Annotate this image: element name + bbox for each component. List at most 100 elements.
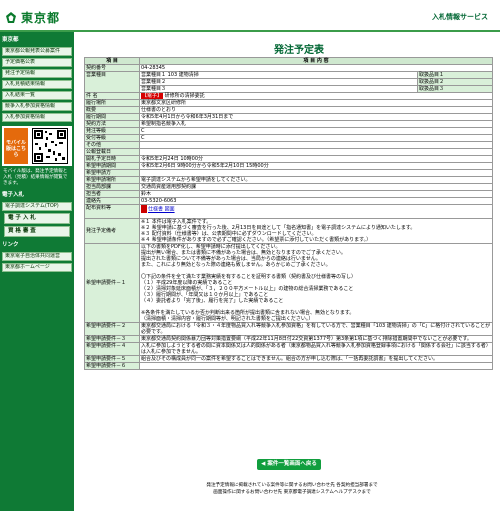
row-value <box>139 169 493 177</box>
header-content: 項 目 内 容 <box>139 57 493 65</box>
table-row: 開札予定日時 令和5年2月24日 10時00分 <box>84 155 493 163</box>
table-row: 希望申請期間 令和5年2月6日 9時00分から令和5年2月10日 15時00分 <box>84 162 493 170</box>
table-row: 希望申請要件－１ 以下の書類をPDF化し、希望申請時に添付提出してください。 提… <box>84 243 493 323</box>
sidebar-link-yotei-kakaku[interactable]: 予定価格公表 <box>2 58 72 67</box>
row-value: 営業種目３ <box>139 85 418 93</box>
table-row: 履行期間 令和5年4月1日から令和6年3月31日まで <box>84 113 493 121</box>
row-value <box>139 148 493 156</box>
main-content: 発注予定表 項 目 項 目 内 容 契約番号 04-28345 営業種目 営業種… <box>84 32 500 511</box>
sidebar-heading-tokyo: 東京都 <box>2 37 19 43</box>
row-value: 03-5320-6063 <box>139 197 493 205</box>
table-row: 希望申請方 <box>84 169 493 177</box>
row-value: C <box>139 127 493 135</box>
row-label: 契約方法 <box>84 120 140 128</box>
row-value <box>139 141 493 149</box>
sidebar-heading-denshi: 電子入札 <box>2 192 25 198</box>
row-value: 仕様書 図面 <box>139 204 493 219</box>
pdf-icon[interactable] <box>141 205 147 213</box>
row-label: 担当局部課 <box>84 183 140 191</box>
row-value: 交通局資産運用部契約課 <box>139 183 493 191</box>
row-value: 鈴木 <box>139 190 493 198</box>
table-row: 契約番号 04-28345 <box>84 64 493 72</box>
row-label: 希望申請期間 <box>84 162 140 170</box>
header: 東京都 入札情報サービス <box>0 0 500 30</box>
footer: 発注予定情報に掲載されている案件等に関するお問い合わせ先 各契約担当部署まで 画… <box>84 483 500 496</box>
back-button-label: 案件一覧画面へ戻る <box>267 461 317 467</box>
table-row: 公報登載日 <box>84 148 493 156</box>
mobile-badge[interactable]: モバイル版はこちら <box>4 128 28 164</box>
row-value: 希望制指名競争入札 <box>139 120 493 128</box>
row-label: 概要 <box>84 106 140 114</box>
back-to-list-button[interactable]: ◀ 案件一覧画面へ戻る <box>257 459 321 470</box>
row-value: 営業種目２ <box>139 78 418 86</box>
cond2-value: 東京都交通局における「令和３・４年度物品買入れ等競争入札参加資格」を有している方… <box>139 322 493 336</box>
row-value: C <box>139 134 493 142</box>
order-schedule-table: 項 目 項 目 内 容 契約番号 04-28345 営業種目 営業種目１ 103… <box>84 57 493 370</box>
table-row: 希望申請要件－３ 東京都交通局契約関係暴力団等対策措置要綱（平成22年11月8日付… <box>84 335 493 343</box>
logo-text: 東京都 <box>21 11 61 25</box>
row-label: 希望申請要件－１ <box>84 243 140 323</box>
sidebar-link-kyoso-shikaku[interactable]: 競争入札参加資格情報 <box>2 102 72 111</box>
sidebar-link-shikaku-shinsa[interactable]: 資 格 審 査 <box>4 226 70 237</box>
row-label: 連絡先 <box>84 197 140 205</box>
sidebar-link-kyodo-unei[interactable]: 東京電子自治体共同運営 <box>2 252 72 261</box>
sidebar-link-nyusatsu-kekka-ichiran[interactable]: 入札結果一覧 <box>2 91 72 100</box>
row-label: 希望申請要件－３ <box>84 335 140 343</box>
notes-value: ※１ 本件は電子入札案件です。 ※２ 希望申請に基づく審査を行った後、2月13日… <box>139 218 493 244</box>
sidebar-link-nyusatsu-kekka-joho[interactable]: 入札見積結果情報 <box>2 80 72 89</box>
table-row: 配布資料等 仕様書 図面 <box>84 204 493 219</box>
sidebar-link-koho[interactable]: 東京都公報発表公募案件 <box>2 47 72 56</box>
row-label: 希望申請方 <box>84 169 140 177</box>
footer-line: 画面操作に関するお問い合わせ先 東京都電子調達システムヘルプデスクまで <box>213 489 371 495</box>
table-row: 履行場所 東京都文京区研修所 <box>84 99 493 107</box>
sidebar-link-denshi-nyusatsu[interactable]: 電 子 入 札 <box>4 213 70 224</box>
row-label: 担当者 <box>84 190 140 198</box>
row-label: 希望申請要件－５ <box>84 355 140 363</box>
row-label: 営業種目 <box>84 71 140 93</box>
row-label: 希望申請要件－４ <box>84 342 140 356</box>
tokyo-emblem-icon <box>4 11 18 25</box>
row-value: 令和5年2月24日 10時00分 <box>139 155 493 163</box>
tokyo-logo[interactable]: 東京都 <box>4 9 60 26</box>
table-row: 受付等級 C <box>84 134 493 142</box>
sidebar-link-sanka-shikaku[interactable]: 入札参加資格情報 <box>2 113 72 122</box>
table-row: その他 <box>84 141 493 149</box>
service-label: 入札情報サービス <box>432 13 488 21</box>
cond4-value: 入札に参加しようとする者の間に資本関係又は人的関係がある者（東京都物品買入れ等競… <box>139 342 493 356</box>
row-extra: 取扱品目１ <box>417 71 493 79</box>
row-label: 発注等級 <box>84 127 140 135</box>
row-label: 配布資料等 <box>84 204 140 219</box>
qr-code-icon <box>32 128 68 164</box>
attachment-link[interactable]: 仕様書 図面 <box>148 207 175 213</box>
table-row: 連絡先 03-5320-6063 <box>84 197 493 205</box>
cond5-value: 組合及びその構成員が同一の案件を希望することはできません。組合の方が申し込む際は… <box>139 355 493 363</box>
table-row: 担当局部課 交通局資産運用部契約課 <box>84 183 493 191</box>
sidebar-link-chotatsu-top[interactable]: 電子調達システム(TOP) <box>2 202 72 211</box>
cond6-value <box>139 362 493 370</box>
row-value: 令和5年4月1日から令和6年3月31日まで <box>139 113 493 121</box>
sidebar: 東京都 東京都公報発表公募案件 予定価格公表 発注予定情報 入札見積結果情報 入… <box>0 32 74 511</box>
row-label: 公報登載日 <box>84 148 140 156</box>
mobile-qr-box[interactable]: モバイル版はこちら <box>2 126 72 166</box>
table-row: 件 名 【電子】 研修所の清掃委託 <box>84 92 493 100</box>
row-value: 令和5年2月6日 9時00分から令和5年2月10日 15時00分 <box>139 162 493 170</box>
row-extra: 取扱品目２ <box>417 78 493 86</box>
header-item: 項 目 <box>84 57 140 65</box>
cond-line: （清掃面積・清掃内容・履行期間等が、明記された書類をご提出ください。） <box>141 316 314 322</box>
mobile-note: モバイル版は、発注予定情報と入札（見積）結果情報が閲覧できます。 <box>3 169 68 186</box>
row-label: その他 <box>84 141 140 149</box>
sidebar-link-hacchu-yotei[interactable]: 発注予定情報 <box>2 69 72 78</box>
row-label: 発注予定備考 <box>84 218 140 244</box>
table-header-row: 項 目 項 目 内 容 <box>84 57 493 65</box>
table-row: 営業種目２ 取扱品目２ <box>85 78 493 86</box>
row-label: 履行場所 <box>84 99 140 107</box>
row-label: 希望申請要件－６ <box>84 362 140 370</box>
table-row: 概要 仕様書のとおり <box>84 106 493 114</box>
electronic-tag: 【電子】 <box>141 93 164 99</box>
table-row: 発注等級 C <box>84 127 493 135</box>
row-extra: 取扱品目３ <box>417 85 493 93</box>
row-value: 営業種目１ 103 建物清掃 <box>139 71 418 79</box>
cond3-value: 東京都交通局契約関係暴力団等対策措置要綱（平成22年11月8日付22交資第137… <box>139 335 493 343</box>
sidebar-link-tokyo-homepage[interactable]: 東京都ホームページ <box>2 263 72 272</box>
table-row: 希望申請要件－５ 組合及びその構成員が同一の案件を希望することはできません。組合の… <box>84 355 493 363</box>
